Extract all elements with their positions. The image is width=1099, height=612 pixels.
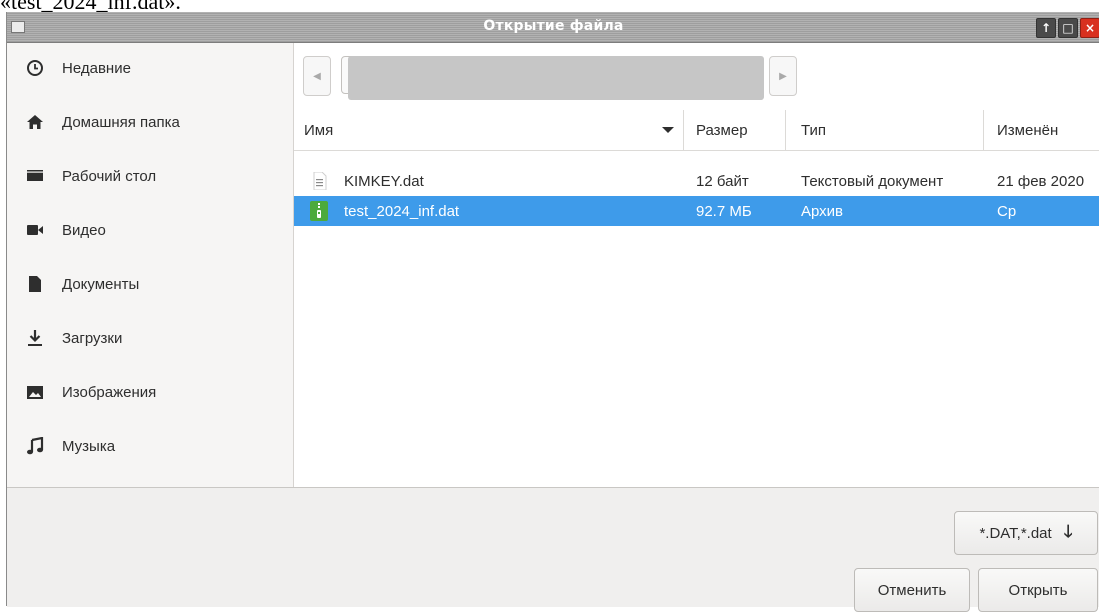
column-separator[interactable] xyxy=(983,110,984,150)
sidebar-item-recent[interactable]: Недавние xyxy=(7,43,293,93)
sidebar-item-label: Недавние xyxy=(62,59,131,77)
dialog-footer: *.DAT,*.dat 🡓 Отменить Открыть xyxy=(7,487,1099,612)
sidebar-item-label: Изображения xyxy=(62,383,157,401)
sidebar-item-label: Домашняя папка xyxy=(62,113,180,131)
clock-icon xyxy=(26,59,44,77)
file-row[interactable]: KIMKEY.dat 12 байт Текстовый документ 21… xyxy=(294,166,1099,196)
sidebar-item-label: Видео xyxy=(62,221,106,239)
column-header-type[interactable]: Тип xyxy=(801,110,971,150)
path-scroll-left-button[interactable]: ◀ xyxy=(303,56,331,96)
arrow-down-icon: 🡓 xyxy=(1063,521,1073,541)
maximize-button[interactable]: □ xyxy=(1058,18,1078,38)
archive-file-icon xyxy=(310,201,328,221)
background-document-text: «test_2024_inf.dat». xyxy=(0,0,181,14)
sidebar-item-label: Документы xyxy=(62,275,140,293)
sidebar-item-documents[interactable]: Документы xyxy=(7,259,293,309)
column-header-label: Тип xyxy=(801,121,827,139)
music-icon xyxy=(26,437,44,455)
column-header-size[interactable]: Размер xyxy=(696,110,776,150)
video-icon xyxy=(26,221,44,239)
sidebar-item-label: Рабочий стол xyxy=(62,167,157,185)
path-scroll-right-button[interactable]: ▶ xyxy=(769,56,797,96)
text-file-icon xyxy=(313,172,327,190)
path-redaction xyxy=(348,56,764,100)
column-header-label: Имя xyxy=(304,121,334,139)
dialog-title: Открытие файла xyxy=(483,18,624,34)
title-bar[interactable]: Открытие файла ↑ □ × xyxy=(7,12,1099,43)
file-open-dialog: Открытие файла ↑ □ × Недавние Домашняя п… xyxy=(6,12,1099,612)
filter-value: *.DAT,*.dat xyxy=(979,524,1052,542)
sidebar-item-video[interactable]: Видео xyxy=(7,205,293,255)
open-button[interactable]: Открыть xyxy=(978,568,1098,612)
file-filter-select[interactable]: *.DAT,*.dat 🡓 xyxy=(954,511,1098,555)
column-header-modified[interactable]: Изменён xyxy=(997,110,1097,150)
column-header-row: Имя Размер Тип Изменён xyxy=(294,110,1099,151)
sidebar-item-label: Загрузки xyxy=(62,329,123,347)
column-separator[interactable] xyxy=(683,110,684,150)
image-icon xyxy=(26,383,44,401)
file-type: Текстовый документ xyxy=(801,172,944,190)
sidebar-item-music[interactable]: Музыка xyxy=(7,421,293,471)
column-header-name[interactable]: Имя xyxy=(304,110,674,150)
desktop-icon xyxy=(26,167,44,185)
sidebar-item-home[interactable]: Домашняя папка xyxy=(7,97,293,147)
file-name: test_2024_inf.dat xyxy=(344,202,460,220)
window-controls: ↑ □ × xyxy=(1036,18,1099,38)
file-name: KIMKEY.dat xyxy=(344,172,424,190)
sidebar-item-downloads[interactable]: Загрузки xyxy=(7,313,293,363)
sort-descending-icon xyxy=(662,127,674,133)
column-separator[interactable] xyxy=(785,110,786,150)
file-size: 12 байт xyxy=(696,172,749,190)
sidebar-item-pictures[interactable]: Изображения xyxy=(7,367,293,417)
download-icon xyxy=(26,329,44,347)
shade-button[interactable]: ↑ xyxy=(1036,18,1056,38)
file-list[interactable]: Имя Размер Тип Изменён KIMKEY.dat 12 бай… xyxy=(294,110,1099,487)
file-size: 92.7 МБ xyxy=(696,202,752,220)
close-button[interactable]: × xyxy=(1080,18,1099,38)
home-icon xyxy=(26,113,44,131)
file-modified: 21 фев 2020 xyxy=(997,172,1085,190)
places-sidebar: Недавние Домашняя папка Рабочий стол Вид… xyxy=(7,43,294,487)
cancel-button[interactable]: Отменить xyxy=(854,568,970,612)
column-header-label: Изменён xyxy=(997,121,1059,139)
file-modified: Ср xyxy=(997,202,1017,220)
file-row-selected[interactable]: test_2024_inf.dat 92.7 МБ Архив Ср xyxy=(294,196,1099,226)
file-type: Архив xyxy=(801,202,844,220)
sidebar-item-desktop[interactable]: Рабочий стол xyxy=(7,151,293,201)
column-header-label: Размер xyxy=(696,121,748,139)
sidebar-item-label: Музыка xyxy=(62,437,116,455)
document-icon xyxy=(26,275,44,293)
